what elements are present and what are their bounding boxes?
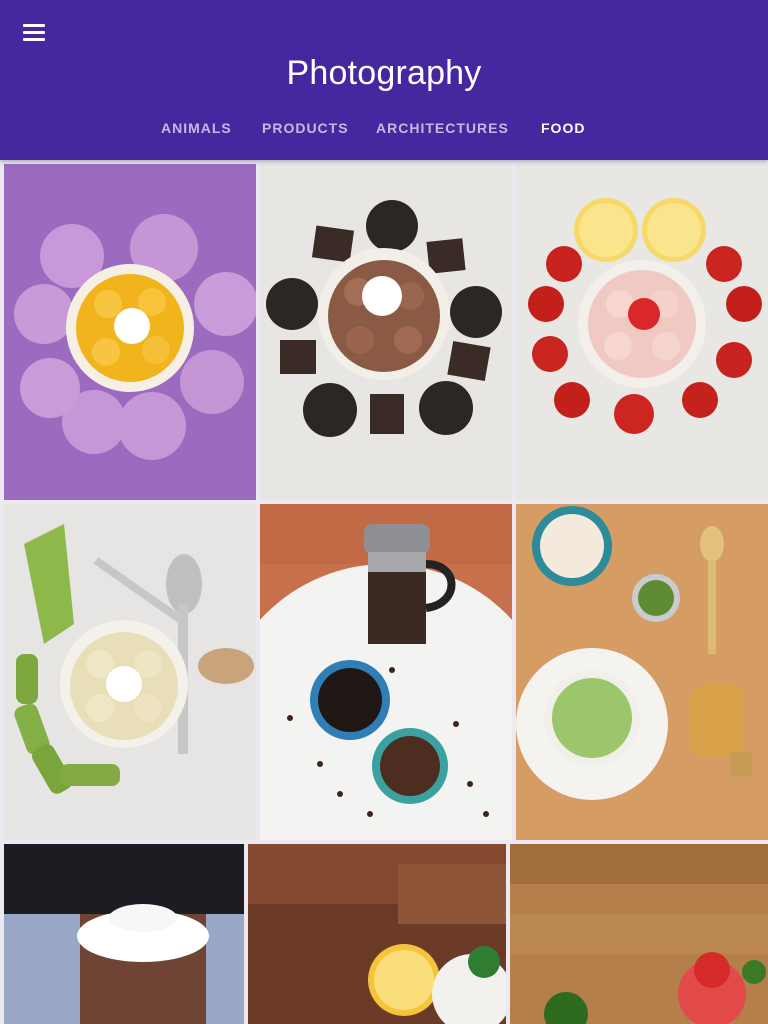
- photo-tile-strawberry-lemon[interactable]: [516, 164, 768, 500]
- photo-tile-celery-spoons[interactable]: [4, 504, 256, 840]
- photo-tile-chocolate-mousse[interactable]: [4, 844, 244, 1024]
- photo-mango-roses: [4, 164, 256, 500]
- photo-french-press-coffee: [260, 504, 512, 840]
- tab-animals[interactable]: ANIMALS: [161, 112, 232, 144]
- photo-celery-spoons: [4, 504, 256, 840]
- tab-architectures[interactable]: ARCHITECTURES: [376, 112, 509, 144]
- app-bar: Photography ANIMALS PRODUCTS ARCHITECTUR…: [0, 0, 768, 160]
- page-title: Photography: [286, 54, 482, 92]
- photo-chocolate-cookies: [260, 164, 512, 500]
- photo-tile-french-press-coffee[interactable]: [260, 504, 512, 840]
- photo-strawberry-lemon: [516, 164, 768, 500]
- photo-strawberry-shaved-ice: [510, 844, 768, 1024]
- photo-tile-lemon-shaved-ice[interactable]: [248, 844, 506, 1024]
- photo-chocolate-mousse: [4, 844, 244, 1024]
- photo-lemon-shaved-ice: [248, 844, 506, 1024]
- photo-tile-strawberry-shaved-ice[interactable]: [510, 844, 768, 1024]
- photo-tile-matcha-latte[interactable]: [516, 504, 768, 840]
- tab-food[interactable]: FOOD: [541, 112, 585, 144]
- photo-tile-chocolate-cookies[interactable]: [260, 164, 512, 500]
- hamburger-menu-icon[interactable]: [14, 16, 54, 48]
- tab-products[interactable]: PRODUCTS: [262, 112, 349, 144]
- category-tabs: ANIMALS PRODUCTS ARCHITECTURES FOOD: [0, 112, 768, 144]
- photo-grid: [0, 160, 768, 1024]
- photo-matcha-latte: [516, 504, 768, 840]
- photo-tile-mango-roses[interactable]: [4, 164, 256, 500]
